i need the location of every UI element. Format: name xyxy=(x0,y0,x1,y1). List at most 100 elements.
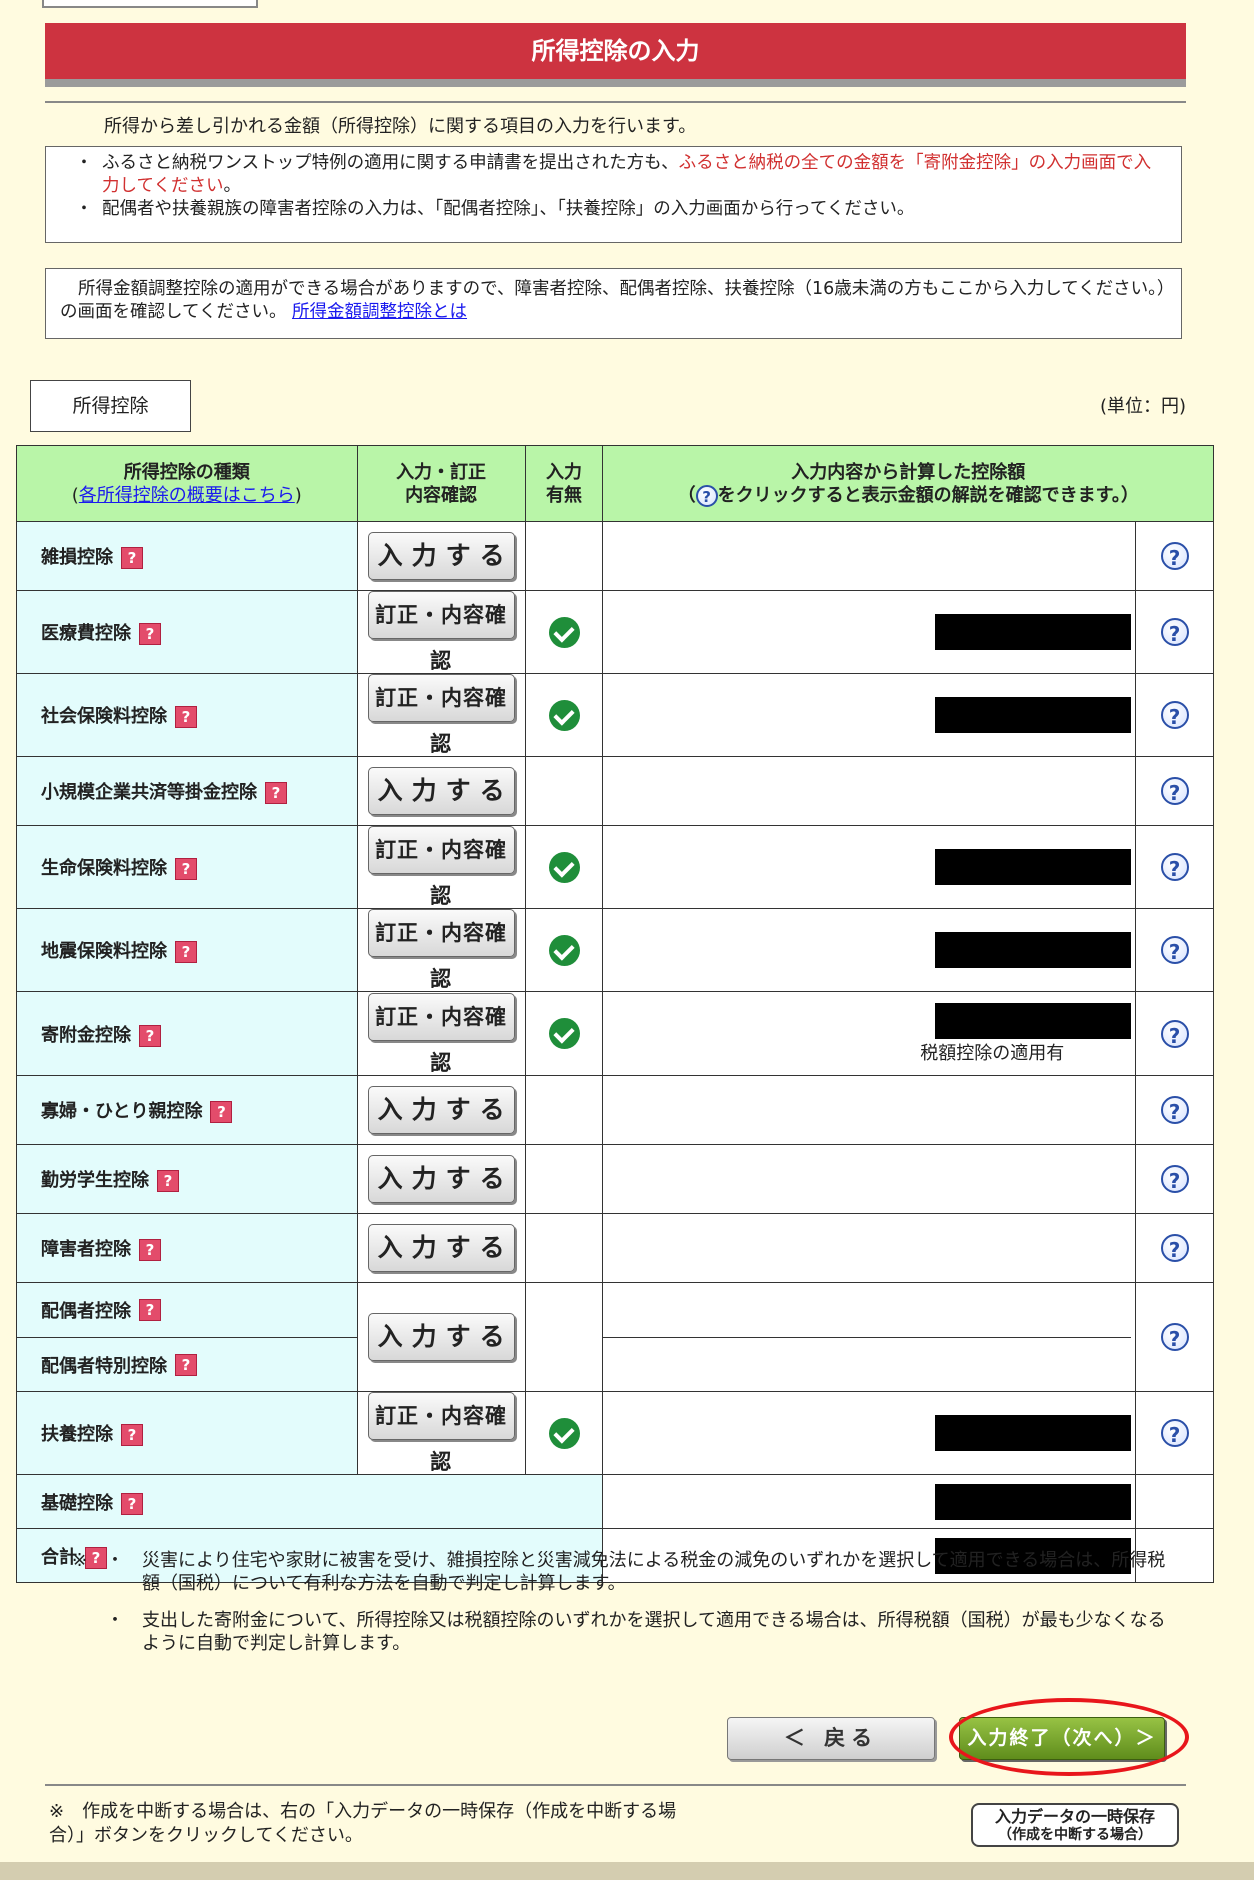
deduction-name: 障害者控除 xyxy=(41,1239,131,1260)
table-header-row: 所得控除の種類 (各所得控除の概要はこちら) 入力・訂正 内容確認 入力 有無 入力… xyxy=(16,445,1214,522)
info-icon[interactable]: ? xyxy=(121,1492,143,1515)
info-icon[interactable]: ? xyxy=(121,1424,143,1446)
overview-link[interactable]: 各所得控除の概要はこちら xyxy=(79,485,295,506)
table-row: 扶養控除? 訂正・内容確認? xyxy=(16,1391,1214,1475)
info-icon[interactable]: ? xyxy=(175,941,197,963)
check-icon xyxy=(548,1018,580,1049)
page-title: 所得控除の入力 xyxy=(45,23,1186,79)
deduction-name-cell: 医療費控除? xyxy=(16,590,358,674)
deduction-name-cell: 社会保険料控除? xyxy=(16,673,358,757)
footnote-2: 支出した寄附金について、所得控除又は税額控除のいずれかを選択して適用できる場合は… xyxy=(142,1610,1166,1654)
table-row: 社会保険料控除? 訂正・内容確認? xyxy=(16,673,1214,757)
bullet: ・ xyxy=(75,153,93,173)
deduction-name: 雑損控除 xyxy=(41,547,113,568)
input-button[interactable]: 入力する xyxy=(367,1086,515,1134)
help-icon: ? xyxy=(695,484,718,507)
header-input-correct: 入力・訂正 内容確認 xyxy=(356,445,526,522)
deduction-name-cell: 寡婦・ひとり親控除? xyxy=(16,1075,358,1145)
help-icon[interactable]: ? xyxy=(1160,1165,1189,1193)
help-icon[interactable]: ? xyxy=(1160,542,1189,570)
title-shadow xyxy=(45,79,1186,87)
help-icon[interactable]: ? xyxy=(1160,777,1189,805)
deduction-name-cell: 雑損控除? xyxy=(16,521,358,591)
bullet: ・ xyxy=(75,199,93,219)
finish-input-next-button[interactable]: 入力終了（次へ）＞ xyxy=(959,1717,1165,1760)
input-button[interactable]: 入力する xyxy=(367,1313,515,1361)
deduction-name-cell: 扶養控除? xyxy=(16,1391,358,1475)
correct-confirm-button[interactable]: 訂正・内容確認 xyxy=(367,992,515,1075)
info-icon[interactable]: ? xyxy=(139,1239,161,1261)
info-icon[interactable]: ? xyxy=(139,1024,161,1047)
deduction-name-cell: 小規模企業共済等掛金控除? xyxy=(16,756,358,826)
back-button[interactable]: ＜ 戻る xyxy=(727,1717,935,1760)
correct-confirm-button[interactable]: 訂正・内容確認 xyxy=(367,674,515,756)
info-icon[interactable]: ? xyxy=(175,706,197,728)
deduction-name: 生命保険料控除 xyxy=(41,858,167,879)
help-icon[interactable]: ? xyxy=(1160,853,1189,881)
notice-line2: 配偶者や扶養親族の障害者控除の入力は、「配偶者控除」、「扶養控除」の入力画面から… xyxy=(102,199,915,219)
correct-confirm-button[interactable]: 訂正・内容確認 xyxy=(367,826,515,908)
info-icon[interactable]: ? xyxy=(210,1101,233,1123)
help-icon[interactable]: ? xyxy=(1160,1234,1189,1262)
amount-cell xyxy=(602,1144,1137,1214)
header-deduction-type: 所得控除の種類 (各所得控除の概要はこちら) xyxy=(16,445,358,522)
deduction-name-cell: 基礎控除? xyxy=(15,1474,604,1529)
help-icon[interactable]: ? xyxy=(1160,618,1189,646)
check-icon xyxy=(548,699,580,731)
deduction-name: 配偶者控除 xyxy=(41,1301,131,1322)
deduction-name-cell: 生命保険料控除? xyxy=(16,825,358,909)
redacted-amount xyxy=(935,1415,1132,1451)
table-row: 配偶者控除? 配偶者特別控除? 入力する? xyxy=(16,1282,1214,1392)
amount-cell xyxy=(602,1474,1137,1529)
check-icon xyxy=(548,934,580,966)
info-icon[interactable]: ? xyxy=(121,547,143,569)
amount-cell xyxy=(602,1391,1137,1475)
notice-box-adjustment: 所得金額調整控除の適用ができる場合がありますので、障害者控除、配偶者控除、扶養控… xyxy=(45,268,1182,339)
amount-cell xyxy=(602,1213,1137,1283)
deduction-name: 社会保険料控除 xyxy=(41,706,167,727)
input-button[interactable]: 入力する xyxy=(367,1224,515,1272)
help-icon[interactable]: ? xyxy=(1160,1323,1189,1351)
help-icon[interactable]: ? xyxy=(1160,936,1189,964)
amount-cell xyxy=(602,673,1137,757)
input-button[interactable]: 入力する xyxy=(367,532,515,580)
redacted-amount xyxy=(935,697,1132,733)
section-tab: 所得控除 xyxy=(30,380,191,432)
check-icon xyxy=(548,851,580,883)
temporary-save-button[interactable]: 入力データの一時保存 （作成を中断する場合） xyxy=(971,1803,1179,1847)
help-icon[interactable]: ? xyxy=(1160,1419,1189,1447)
bottom-bar xyxy=(0,1862,1254,1880)
input-button[interactable]: 入力する xyxy=(367,767,515,815)
table-row: 障害者控除? 入力する? xyxy=(16,1213,1214,1283)
help-icon[interactable]: ? xyxy=(1160,1019,1189,1048)
adjustment-deduction-link[interactable]: 所得金額調整控除とは xyxy=(292,302,467,322)
notice-line1: ふるさと納税ワンストップ特例の適用に関する申請書を提出された方も、ふるさと納税の… xyxy=(102,153,1152,196)
table-row: 生命保険料控除? 訂正・内容確認? xyxy=(16,825,1214,909)
help-icon[interactable]: ? xyxy=(1160,1096,1189,1124)
info-icon[interactable]: ? xyxy=(265,782,287,804)
header-input-status: 入力 有無 xyxy=(524,445,604,522)
correct-confirm-button[interactable]: 訂正・内容確認 xyxy=(367,591,515,673)
tax-credit-note: 税額控除の適用有 xyxy=(920,1042,1065,1064)
redacted-amount xyxy=(935,1002,1132,1039)
input-button[interactable]: 入力する xyxy=(367,1155,515,1203)
table-row: 地震保険料控除? 訂正・内容確認? xyxy=(16,908,1214,992)
correct-confirm-button[interactable]: 訂正・内容確認 xyxy=(367,909,515,991)
correct-confirm-button[interactable]: 訂正・内容確認 xyxy=(367,1392,515,1474)
info-icon[interactable]: ? xyxy=(175,1353,197,1376)
redacted-amount xyxy=(935,614,1132,650)
info-icon[interactable]: ? xyxy=(175,858,197,880)
amount-cell xyxy=(602,1075,1137,1145)
info-icon[interactable]: ? xyxy=(157,1170,179,1192)
top-partial-box xyxy=(42,0,258,8)
info-icon[interactable]: ? xyxy=(139,1299,161,1321)
amount-cell xyxy=(602,756,1137,826)
table-row: 寄附金控除? 訂正・内容確認 税額控除の適用有? xyxy=(16,991,1214,1076)
deduction-name: 地震保険料控除 xyxy=(41,941,167,962)
table-row: 医療費控除? 訂正・内容確認? xyxy=(16,590,1214,674)
info-icon[interactable]: ? xyxy=(139,623,161,645)
amount-cell xyxy=(602,908,1137,992)
help-icon[interactable]: ? xyxy=(1160,701,1189,729)
divider xyxy=(45,1784,1186,1786)
save-instruction-text: ※ 作成を中断する場合は、右の「入力データの一時保存（作成を中断する場合）」ボタ… xyxy=(49,1801,677,1846)
